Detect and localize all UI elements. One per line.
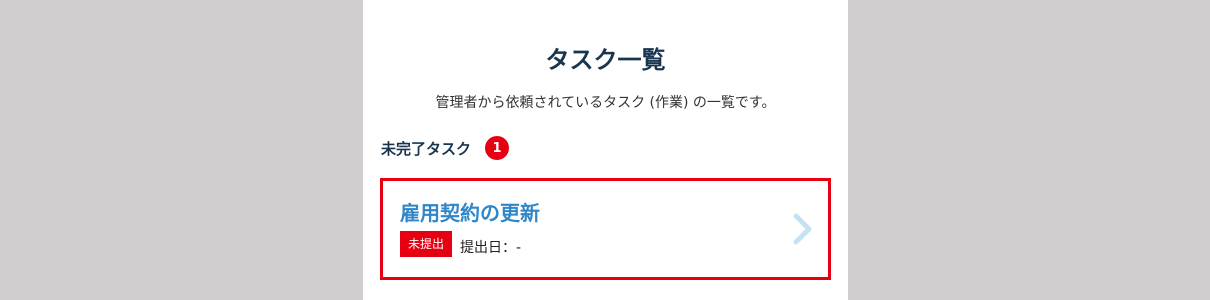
task-title: 雇用契約の更新 xyxy=(400,201,540,225)
page-description: 管理者から依頼されているタスク (作業) の一覧です。 xyxy=(435,95,776,111)
due-date: 提出日：- xyxy=(460,240,522,256)
section-label: 未完了タスク xyxy=(381,139,472,158)
chevron-right-icon[interactable] xyxy=(792,213,814,245)
page-title: タスク一覧 xyxy=(545,46,666,74)
status-badge: 未提出 xyxy=(400,231,453,257)
task-card[interactable]: 雇用契約の更新 未提出 提出日：- xyxy=(380,178,831,280)
section-header-incomplete: 未完了タスク 1 xyxy=(381,134,510,162)
task-status-row: 未提出 提出日：- xyxy=(400,231,521,257)
count-badge: 1 xyxy=(485,136,510,160)
task-list-panel: タスク一覧 管理者から依頼されているタスク (作業) の一覧です。 未完了タスク… xyxy=(363,0,848,300)
